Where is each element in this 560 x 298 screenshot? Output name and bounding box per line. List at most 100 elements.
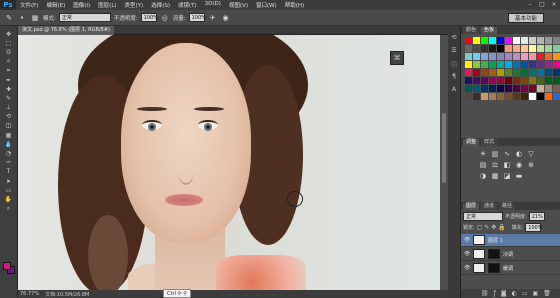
paragraph-icon[interactable]: ¶ — [450, 73, 459, 82]
crop-tool-icon[interactable]: ⌗ — [3, 67, 15, 75]
color-swatch[interactable] — [473, 93, 480, 100]
exposure-icon[interactable]: ◐ — [515, 150, 523, 158]
color-swatch[interactable] — [529, 69, 536, 76]
color-swatch[interactable] — [513, 69, 520, 76]
color-swatch[interactable] — [553, 69, 560, 76]
color-swatch[interactable] — [513, 61, 520, 68]
layer-opacity-field[interactable]: 21% — [528, 212, 545, 221]
color-swatch[interactable] — [505, 77, 512, 84]
color-swatch[interactable] — [521, 77, 528, 84]
color-swatch[interactable] — [497, 85, 504, 92]
color-swatch[interactable] — [513, 93, 520, 100]
opacity-field[interactable]: 100% — [140, 13, 158, 22]
menu-item[interactable]: 帮助(H) — [281, 1, 308, 9]
color-swatch[interactable] — [497, 61, 504, 68]
brush-preset-icon[interactable]: ✎ — [4, 13, 14, 23]
visibility-eye-icon[interactable]: 👁 — [464, 251, 470, 257]
color-swatch[interactable] — [481, 53, 488, 60]
color-swatch[interactable] — [505, 69, 512, 76]
color-swatch[interactable] — [505, 37, 512, 44]
color-swatch[interactable] — [529, 77, 536, 84]
history-icon[interactable]: ⟲ — [450, 34, 459, 43]
color-swatch[interactable] — [473, 53, 480, 60]
pressure-opacity-icon[interactable]: ◎ — [160, 13, 170, 23]
trash-icon[interactable]: 🗑 — [543, 290, 551, 297]
color-swatch[interactable] — [553, 53, 560, 60]
eraser-tool-icon[interactable]: ◫ — [3, 122, 15, 130]
mask-icon[interactable]: ◙ — [501, 290, 507, 297]
layer-row[interactable]: 👁 图层 1 — [461, 234, 560, 247]
history-tool-icon[interactable]: ⟲ — [3, 113, 15, 121]
gradient-tool-icon[interactable]: ▦ — [3, 131, 15, 139]
airbrush-icon[interactable]: ✈ — [208, 13, 218, 23]
color-swatch[interactable] — [513, 45, 520, 52]
color-swatch[interactable] — [465, 53, 472, 60]
hand-tool-icon[interactable]: ✋ — [3, 195, 15, 203]
color-swatch[interactable] — [473, 37, 480, 44]
brush-tool-icon[interactable]: ✎ — [3, 94, 15, 102]
color-swatch[interactable] — [473, 69, 480, 76]
color-swatch[interactable] — [465, 85, 472, 92]
color-swatch[interactable] — [529, 61, 536, 68]
color-swatch[interactable] — [537, 69, 544, 76]
color-swatch[interactable] — [553, 61, 560, 68]
color-swatch[interactable] — [521, 37, 528, 44]
threshold-icon[interactable]: ◪ — [503, 172, 511, 180]
black-white-icon[interactable]: ◧ — [503, 161, 511, 169]
color-swatch[interactable] — [537, 37, 544, 44]
color-swatch[interactable] — [481, 93, 488, 100]
color-swatch[interactable] — [497, 77, 504, 84]
color-swatch[interactable] — [473, 85, 480, 92]
pen-tool-icon[interactable]: ✑ — [3, 159, 15, 167]
close-icon[interactable]: × — [548, 0, 560, 10]
color-swatch[interactable] — [513, 37, 520, 44]
color-swatch[interactable] — [489, 61, 496, 68]
color-swatch[interactable] — [553, 45, 560, 52]
color-swatch[interactable] — [473, 61, 480, 68]
color-swatch[interactable] — [521, 93, 528, 100]
color-swatch[interactable] — [489, 77, 496, 84]
posterize-icon[interactable]: ▩ — [491, 172, 499, 180]
menu-item[interactable]: 类型(Y) — [121, 1, 148, 9]
zoom-level[interactable]: 76.77% — [20, 291, 39, 297]
color-swatch[interactable] — [481, 69, 488, 76]
color-swatch[interactable] — [521, 45, 528, 52]
color-swatch[interactable] — [529, 45, 536, 52]
color-swatch[interactable] — [465, 77, 472, 84]
color-swatch[interactable] — [537, 53, 544, 60]
menu-item[interactable]: 3D(D) — [201, 1, 225, 9]
floating-tool-icon[interactable]: ⌘ — [390, 51, 404, 65]
brush-panel-icon[interactable]: ▦ — [30, 13, 40, 23]
link-icon[interactable]: ⛓ — [481, 290, 489, 297]
fx-icon[interactable]: ƒ — [494, 290, 496, 297]
workspace-select[interactable]: 基本功能 — [508, 13, 544, 23]
lock-icons[interactable]: ▢ ✎ ✥ 🔒 — [477, 224, 506, 231]
tab-swatches[interactable]: 色板 — [481, 27, 498, 34]
color-swatch[interactable] — [513, 77, 520, 84]
document-tab[interactable]: 演文.psd @ 76.8% (图层 1, RGB/8#) — [18, 26, 114, 35]
folder-icon[interactable]: ▭ — [522, 290, 528, 297]
move-tool-icon[interactable]: ✥ — [3, 30, 15, 38]
foreground-color-swatch[interactable] — [3, 262, 11, 270]
zoom-tool-icon[interactable]: ⌕ — [3, 205, 15, 213]
minimize-icon[interactable]: – — [524, 0, 536, 10]
blend-mode-select[interactable]: 正常 — [463, 212, 503, 221]
color-swatch[interactable] — [553, 85, 560, 92]
tab-adjustments[interactable]: 调整 — [463, 139, 480, 146]
dodge-tool-icon[interactable]: ◔ — [3, 149, 15, 157]
color-swatch[interactable] — [537, 61, 544, 68]
quick-select-tool-icon[interactable]: ✧ — [3, 58, 15, 66]
blur-tool-icon[interactable]: 💧 — [3, 140, 15, 148]
color-swatch[interactable] — [545, 93, 552, 100]
vibrance-icon[interactable]: ▽ — [527, 150, 535, 158]
color-swatch[interactable] — [489, 45, 496, 52]
lasso-tool-icon[interactable]: ʘ — [3, 48, 15, 56]
tab-paths[interactable]: 路径 — [499, 203, 516, 210]
color-swatch[interactable] — [521, 69, 528, 76]
color-swatch[interactable] — [497, 45, 504, 52]
marquee-tool-icon[interactable]: ⬚ — [3, 39, 15, 47]
color-swatch[interactable] — [497, 37, 504, 44]
color-swatch[interactable] — [537, 77, 544, 84]
color-swatch[interactable] — [537, 45, 544, 52]
color-swatch[interactable] — [537, 85, 544, 92]
